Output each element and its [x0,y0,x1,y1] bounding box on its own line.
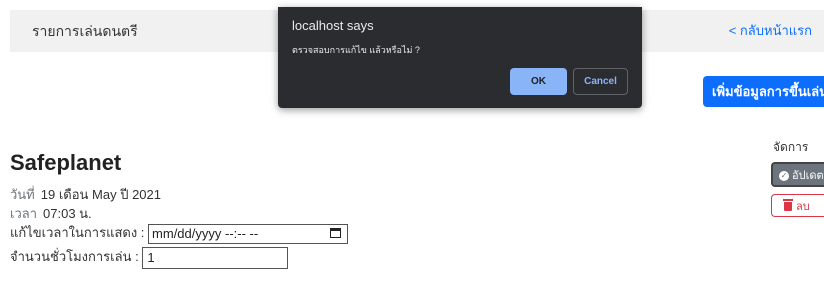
hours-label: จำนวนชั่วโมงการเล่น : [10,249,139,264]
edit-time-row: แก้ไขเวลาในการแสดง : mm/dd/yyyy --:-- -- [10,222,349,244]
dialog-title: localhost says [292,18,374,33]
hours-row: จำนวนชั่วโมงการเล่น : 1 [10,246,289,269]
calendar-icon[interactable] [330,227,342,238]
delete-button[interactable]: ลบ [771,194,824,217]
date-value: 19 เดือน May ปี 2021 [40,187,161,202]
band-name: Safeplanet [10,150,122,175]
dialog-ok-button[interactable]: OK [510,68,567,95]
add-performance-button[interactable]: เพิ่มข้อมูลการขึ้นเล่น [703,76,824,107]
update-button[interactable]: ✓ อัปเดต [771,162,824,187]
trash-icon [783,199,793,212]
time-value: 07:03 น. [43,206,92,221]
alert-dialog: localhost says ตรวจสอบการแก้ไข แล้วหรือไ… [278,7,642,108]
delete-label: ลบ [796,200,810,213]
navbar-title: รายการเล่นดนตรี [32,23,138,39]
datetime-input[interactable]: mm/dd/yyyy --:-- -- [148,223,349,244]
date-label: วันที่ [10,187,35,202]
check-circle-icon: ✓ [779,170,789,181]
datetime-placeholder: mm/dd/yyyy --:-- -- [152,225,259,241]
manage-label: จัดการ [773,140,809,154]
time-label: เวลา [10,206,38,221]
dialog-cancel-button[interactable]: Cancel [573,68,628,95]
hours-input[interactable]: 1 [142,246,289,269]
time-row: เวลา 07:03 น. [10,203,92,224]
edit-time-label: แก้ไขเวลาในการแสดง : [10,225,145,240]
back-home-link[interactable]: < กลับหน้าแรก [729,10,812,52]
update-label: อัปเดต [792,169,824,182]
dialog-message: ตรวจสอบการแก้ไข แล้วหรือไม่ ? [292,45,420,55]
date-row: วันที่ 19 เดือน May ปี 2021 [10,184,161,205]
